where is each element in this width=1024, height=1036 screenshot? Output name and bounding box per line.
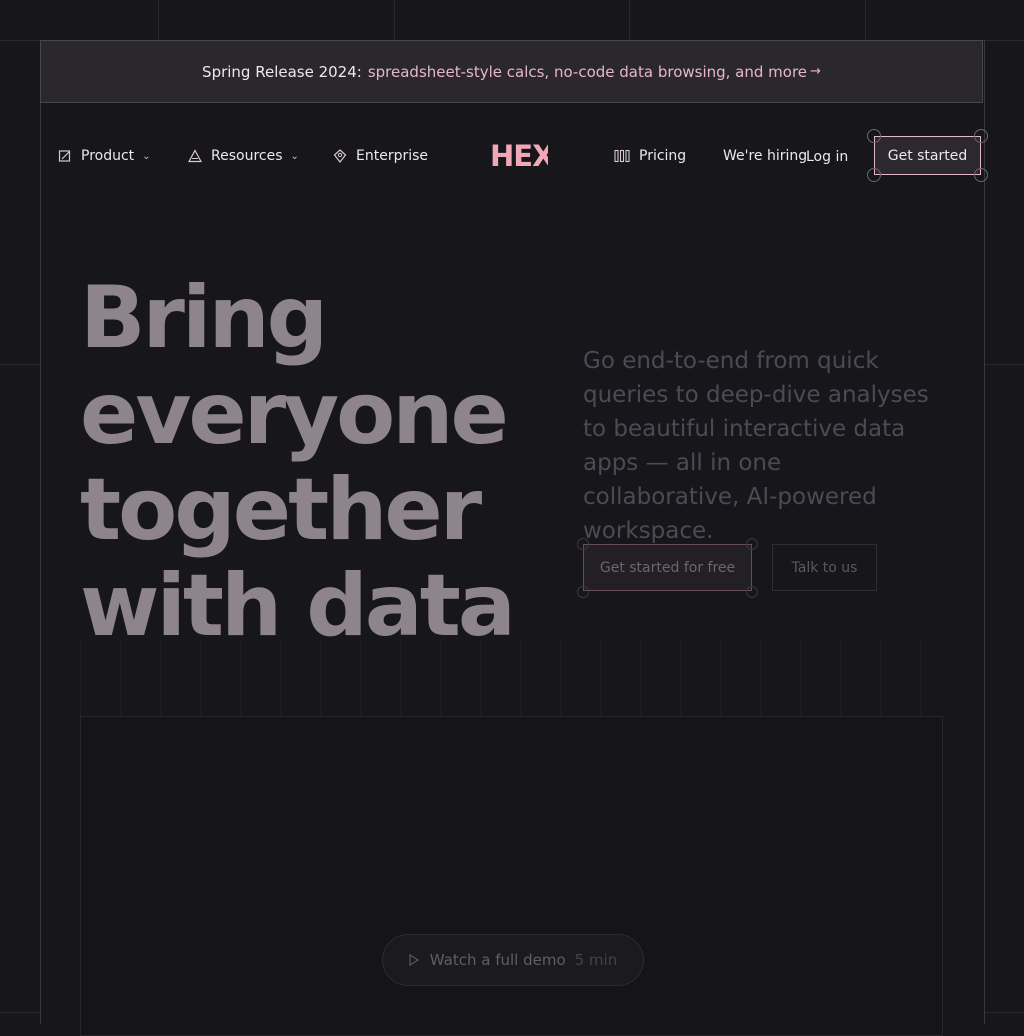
- stripe-line: [920, 640, 921, 716]
- watch-demo-button[interactable]: Watch a full demo 5 min: [382, 934, 644, 986]
- banner-prefix: Spring Release 2024:: [202, 62, 362, 81]
- stripe-line: [480, 640, 481, 716]
- grid-line: [158, 0, 159, 40]
- nav-login-label: Log in: [806, 149, 849, 165]
- diamond-pin-icon: [333, 149, 347, 163]
- stripe-line: [160, 640, 161, 716]
- stripe-line: [760, 640, 761, 716]
- grid-line: [0, 364, 40, 365]
- corner-handle: [746, 586, 758, 598]
- grid-line: [984, 1012, 1024, 1013]
- corner-handle: [867, 168, 881, 182]
- nav-resources[interactable]: Resources ⌄: [188, 135, 299, 177]
- get-started-free-button[interactable]: Get started for free: [583, 544, 752, 591]
- stripe-line: [680, 640, 681, 716]
- nav-login[interactable]: Log in: [806, 136, 848, 178]
- stripe-line: [640, 640, 641, 716]
- nav-hiring[interactable]: We're hiring: [723, 135, 807, 177]
- stripe-line: [280, 640, 281, 716]
- nav-hiring-label: We're hiring: [723, 148, 808, 164]
- announcement-banner[interactable]: Spring Release 2024: spreadsheet-style c…: [40, 40, 983, 103]
- stripe-line: [200, 640, 201, 716]
- hex-logo[interactable]: HEX: [490, 143, 548, 169]
- stripe-line: [880, 640, 881, 716]
- nav-enterprise[interactable]: Enterprise: [333, 135, 428, 177]
- corner-handle: [867, 129, 881, 143]
- stripe-line: [800, 640, 801, 716]
- grid-line: [0, 1012, 40, 1013]
- stripe-line: [600, 640, 601, 716]
- nav-product-label: Product: [81, 148, 135, 164]
- decorative-stripes: [80, 640, 943, 716]
- grid-line: [394, 0, 395, 40]
- grid-line: [865, 0, 866, 40]
- hero-title-line: together: [80, 460, 482, 560]
- stripe-line: [240, 640, 241, 716]
- talk-to-us-button[interactable]: Talk to us: [772, 544, 877, 591]
- logo-text: HEX: [490, 143, 548, 169]
- corner-handle: [974, 129, 988, 143]
- stripe-line: [560, 640, 561, 716]
- hero-title: Bring everyone together with data: [80, 270, 550, 654]
- columns-icon: [614, 149, 630, 163]
- watch-demo-label: Watch a full demo: [429, 951, 566, 969]
- nav-resources-label: Resources: [211, 148, 283, 164]
- stripe-line: [400, 640, 401, 716]
- triangle-icon: [188, 149, 202, 163]
- stripe-line: [520, 640, 521, 716]
- stripe-line: [840, 640, 841, 716]
- corner-handle: [577, 586, 589, 598]
- hero-title-line: everyone: [80, 364, 509, 464]
- hero-subtitle: Go end-to-end from quick queries to deep…: [583, 348, 929, 544]
- stripe-line: [80, 640, 81, 716]
- get-started-button[interactable]: Get started: [874, 136, 981, 175]
- corner-handle: [746, 538, 758, 550]
- demo-duration: 5 min: [574, 951, 618, 969]
- play-icon: [409, 954, 419, 966]
- grid-line: [984, 364, 1024, 365]
- stripe-line: [120, 640, 121, 716]
- hero-title-line: Bring: [80, 268, 328, 368]
- nav-pricing-label: Pricing: [639, 148, 687, 164]
- banner-link[interactable]: spreadsheet-style calcs, no-code data br…: [368, 63, 807, 81]
- top-nav: Product ⌄ Resources ⌄ Enterprise HEX Pri…: [40, 129, 988, 182]
- corner-handle: [577, 538, 589, 550]
- stripe-line: [440, 640, 441, 716]
- demo-video-panel[interactable]: [80, 716, 943, 1036]
- arrow-right-icon: →: [810, 64, 821, 79]
- stripe-line: [320, 640, 321, 716]
- corner-handle: [974, 168, 988, 182]
- notebook-pen-icon: [58, 150, 71, 162]
- stripe-line: [720, 640, 721, 716]
- chevron-down-icon: ⌄: [142, 150, 151, 162]
- nav-product[interactable]: Product ⌄: [58, 135, 151, 177]
- nav-enterprise-label: Enterprise: [356, 148, 429, 164]
- nav-pricing[interactable]: Pricing: [614, 135, 686, 177]
- stripe-line: [360, 640, 361, 716]
- grid-line: [629, 0, 630, 40]
- chevron-down-icon: ⌄: [290, 150, 299, 162]
